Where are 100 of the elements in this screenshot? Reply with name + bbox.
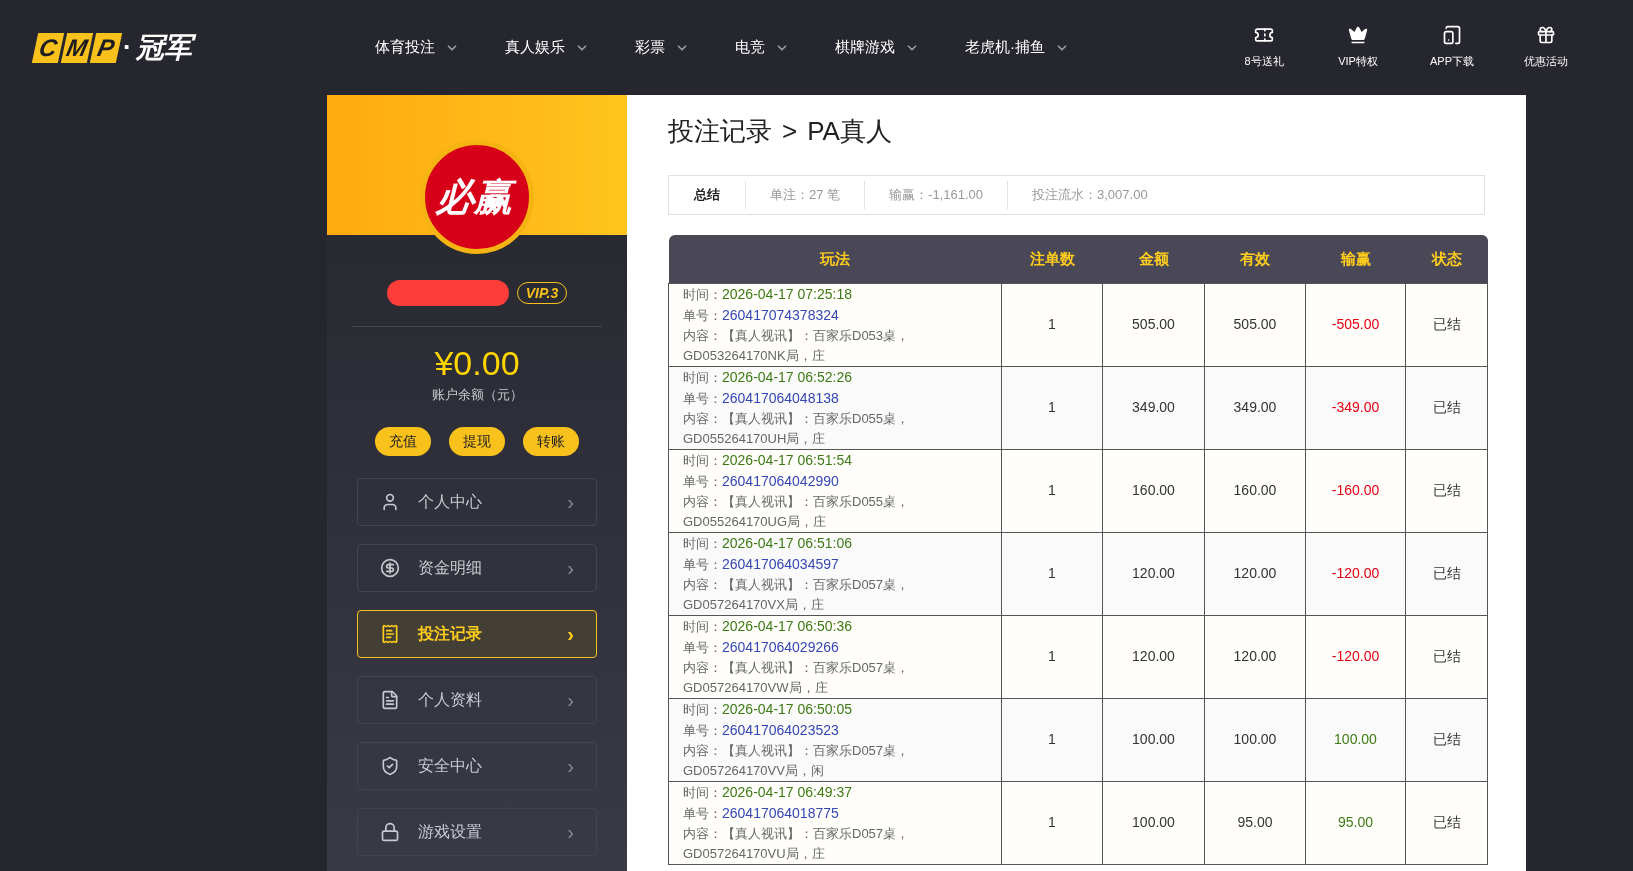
table-cell: 1 bbox=[1001, 615, 1103, 698]
order-label: 单号： bbox=[683, 307, 722, 323]
chevron-right-icon: › bbox=[567, 486, 574, 517]
quick-link[interactable]: VIP特权 bbox=[1326, 25, 1390, 70]
chevron-right-icon: › bbox=[567, 618, 574, 649]
table-cell: 505.00 bbox=[1102, 283, 1205, 366]
quick-link[interactable]: APP下载 bbox=[1420, 25, 1484, 70]
table-cell: 已结 bbox=[1405, 615, 1488, 698]
table-cell: -160.00 bbox=[1305, 449, 1406, 532]
table-cell: 505.00 bbox=[1204, 283, 1306, 366]
chevron-right-icon: › bbox=[567, 816, 574, 847]
bet-content: 内容：【真人视讯】：百家乐D053桌，GD053264170NK局，庄 bbox=[683, 326, 911, 365]
table-cell: 1 bbox=[1001, 532, 1103, 615]
order-number[interactable]: 260417064018775 bbox=[722, 804, 839, 821]
table-cell: 349.00 bbox=[1102, 366, 1205, 449]
shield-icon bbox=[380, 755, 400, 776]
summary-stat: 单注：27 笔 bbox=[745, 181, 865, 209]
table-cell: -505.00 bbox=[1305, 283, 1406, 366]
table-cell: 1 bbox=[1001, 781, 1103, 864]
order-label: 单号： bbox=[683, 639, 722, 655]
bet-content: 内容：【真人视讯】：百家乐D055桌，GD055264170UH局，庄 bbox=[683, 409, 911, 448]
order-number[interactable]: 260417064023523 bbox=[722, 721, 839, 738]
order-number[interactable]: 260417064048138 bbox=[722, 389, 839, 406]
nav-link[interactable]: 彩票 bbox=[635, 36, 689, 59]
menu-item[interactable]: 投注记录 › bbox=[357, 609, 597, 658]
menu-item[interactable]: 安全中心 › bbox=[357, 741, 597, 790]
chevron-right-icon: › bbox=[567, 750, 574, 781]
table-cell: 1 bbox=[1001, 283, 1103, 366]
menu-item[interactable]: 资金明细 › bbox=[357, 543, 597, 592]
table-cell: 120.00 bbox=[1102, 532, 1205, 615]
bet-content: 内容：【真人视讯】：百家乐D057桌，GD057264170VU局，庄 bbox=[683, 824, 911, 863]
order-number[interactable]: 260417074378324 bbox=[722, 306, 839, 323]
bet-time: 2026-04-17 06:49:37 bbox=[722, 783, 852, 800]
menu-item[interactable]: 个人中心 › bbox=[357, 477, 597, 526]
breadcrumb-parent[interactable]: 投注记录 bbox=[668, 112, 772, 151]
nav-link[interactable]: 老虎机·捕鱼 bbox=[965, 36, 1069, 59]
order-number[interactable]: 260417064042990 bbox=[722, 472, 839, 489]
breadcrumb-separator: > bbox=[782, 115, 798, 148]
action-button[interactable]: 提现 bbox=[449, 426, 505, 456]
nav-link[interactable]: 体育投注 bbox=[375, 36, 459, 59]
logo-dot: · bbox=[123, 31, 132, 64]
table-cell: 1 bbox=[1001, 698, 1103, 781]
table-cell: 95.00 bbox=[1305, 781, 1406, 864]
table-cell: 120.00 bbox=[1102, 615, 1205, 698]
column-header: 输赢 bbox=[1305, 235, 1406, 283]
column-header: 玩法 bbox=[668, 235, 1002, 283]
table-cell: 1 bbox=[1001, 366, 1103, 449]
bet-content: 内容：【真人视讯】：百家乐D057桌，GD057264170VV局，闲 bbox=[683, 741, 911, 780]
table-cell: -120.00 bbox=[1305, 532, 1406, 615]
tablet-icon bbox=[1442, 25, 1462, 46]
bet-content: 内容：【真人视讯】：百家乐D057桌，GD057264170VX局，庄 bbox=[683, 575, 911, 614]
menu-label: 游戏设置 bbox=[418, 821, 482, 842]
column-header: 注单数 bbox=[1001, 235, 1103, 283]
bet-time: 2026-04-17 06:50:05 bbox=[722, 700, 852, 717]
bet-time: 2026-04-17 06:51:54 bbox=[722, 451, 852, 468]
bet-content: 内容：【真人视讯】：百家乐D057桌，GD057264170VW局，庄 bbox=[683, 658, 911, 697]
menu-label: 个人中心 bbox=[418, 491, 482, 512]
logo-letter: C bbox=[31, 32, 65, 63]
table-cell: 160.00 bbox=[1204, 449, 1306, 532]
summary-title: 总结 bbox=[692, 186, 721, 204]
chevron-right-icon: › bbox=[567, 684, 574, 715]
nav-link[interactable]: 真人娱乐 bbox=[505, 36, 589, 59]
crown-icon bbox=[1348, 25, 1368, 46]
record-icon bbox=[380, 623, 400, 644]
nav-link[interactable]: 棋牌游戏 bbox=[835, 36, 919, 59]
order-number[interactable]: 260417064029266 bbox=[722, 638, 839, 655]
time-label: 时间： bbox=[683, 286, 722, 302]
order-label: 单号： bbox=[683, 556, 722, 572]
table-cell: 已结 bbox=[1405, 698, 1488, 781]
table-cell: 1 bbox=[1001, 449, 1103, 532]
menu-item[interactable]: 游戏设置 › bbox=[357, 807, 597, 856]
action-button[interactable]: 充值 bbox=[375, 426, 431, 456]
money-icon bbox=[380, 557, 400, 578]
menu-item[interactable]: 个人资料 › bbox=[357, 675, 597, 724]
page-title: PA真人 bbox=[807, 115, 892, 148]
order-label: 单号： bbox=[683, 473, 722, 489]
table-cell: 已结 bbox=[1405, 781, 1488, 864]
summary-stat: 投注流水：3,007.00 bbox=[1007, 181, 1172, 209]
time-label: 时间： bbox=[683, 452, 722, 468]
bet-time: 2026-04-17 06:52:26 bbox=[722, 368, 852, 385]
table-cell: 100.00 bbox=[1204, 698, 1306, 781]
order-label: 单号： bbox=[683, 390, 722, 406]
table-cell: 已结 bbox=[1405, 366, 1488, 449]
user-icon bbox=[380, 491, 400, 512]
action-button[interactable]: 转账 bbox=[523, 426, 579, 456]
order-number[interactable]: 260417064034597 bbox=[722, 555, 839, 572]
time-label: 时间： bbox=[683, 701, 722, 717]
order-label: 单号： bbox=[683, 805, 722, 821]
nav-link[interactable]: 电竞 bbox=[735, 36, 789, 59]
quick-link[interactable]: 8号送礼 bbox=[1232, 25, 1296, 70]
table-cell: 100.00 bbox=[1102, 698, 1205, 781]
quick-link[interactable]: 优惠活动 bbox=[1514, 25, 1578, 70]
chevron-right-icon: › bbox=[567, 552, 574, 583]
table-cell: -349.00 bbox=[1305, 366, 1406, 449]
column-header: 有效 bbox=[1204, 235, 1306, 283]
time-label: 时间： bbox=[683, 369, 722, 385]
table-cell: 已结 bbox=[1405, 532, 1488, 615]
lock-icon bbox=[380, 821, 400, 842]
time-label: 时间： bbox=[683, 784, 722, 800]
summary-stat: 输赢：-1,161.00 bbox=[864, 181, 1007, 209]
